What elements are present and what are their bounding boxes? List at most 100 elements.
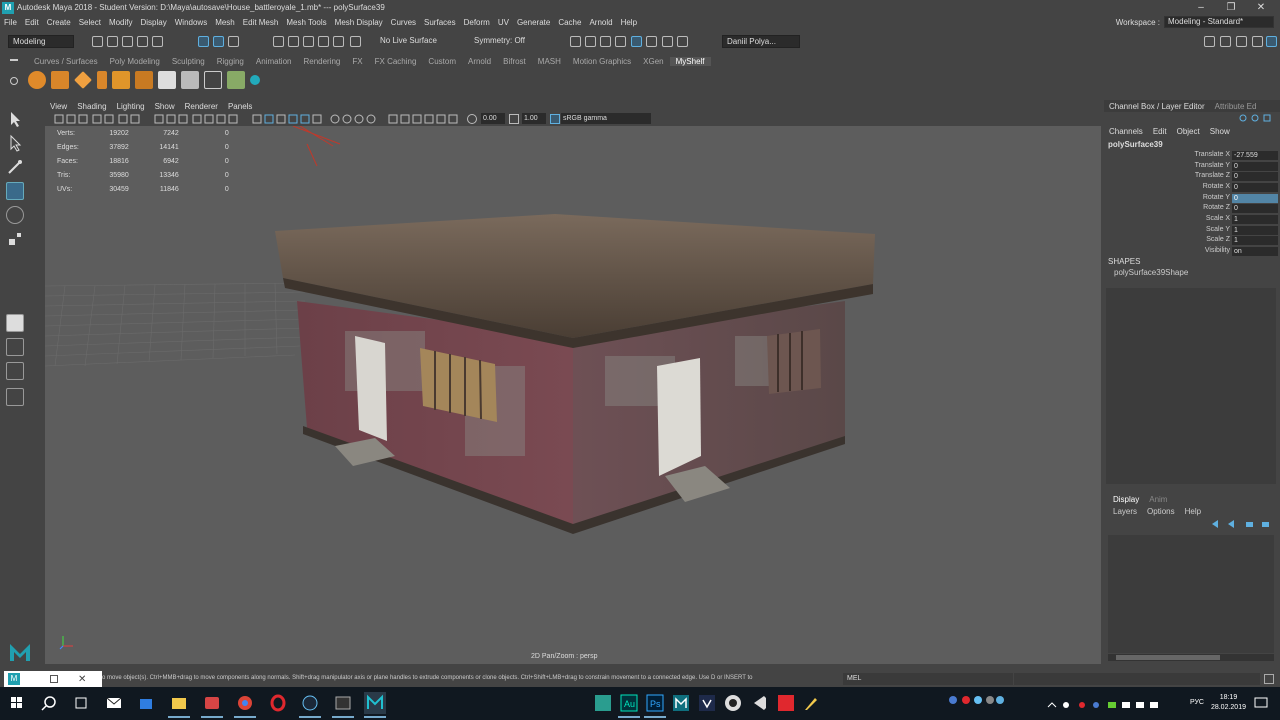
shelf-tab-animation[interactable]: Animation bbox=[250, 57, 298, 66]
hypershade-icon[interactable] bbox=[631, 36, 642, 47]
snap-to-point-icon[interactable] bbox=[303, 36, 314, 47]
outliner-icon[interactable] bbox=[1266, 36, 1277, 47]
tab-attribute-editor[interactable]: Attribute Ed bbox=[1210, 102, 1262, 111]
layer-menu-options[interactable]: Options bbox=[1142, 507, 1180, 516]
minimize-button[interactable]: – bbox=[1186, 0, 1216, 15]
cb-menu-show[interactable]: Show bbox=[1205, 127, 1235, 136]
attr-value[interactable]: 1 bbox=[1232, 236, 1278, 245]
layer-list[interactable] bbox=[1108, 535, 1274, 653]
shelf-menu-icon[interactable] bbox=[10, 59, 18, 61]
symmetry-dropdown[interactable]: Symmetry: Off bbox=[470, 35, 540, 48]
color-space-dropdown[interactable]: sRGB gamma bbox=[561, 113, 651, 124]
exposure-field[interactable]: 0.00 bbox=[481, 113, 505, 124]
close-icon[interactable]: ✕ bbox=[78, 674, 86, 685]
visual-studio-icon[interactable] bbox=[696, 692, 718, 714]
scale-tool-icon[interactable] bbox=[6, 230, 24, 248]
ipr-render-icon[interactable] bbox=[600, 36, 611, 47]
attr-translate-x[interactable]: Translate X -27.559 bbox=[1108, 151, 1278, 161]
viewport-menu-renderer[interactable]: Renderer bbox=[180, 102, 223, 111]
attr-value[interactable]: -27.559 bbox=[1232, 151, 1278, 160]
menu-select[interactable]: Select bbox=[75, 18, 105, 27]
user-account-dropdown[interactable]: Daniil Polya... bbox=[722, 35, 800, 48]
center-pivot-icon[interactable] bbox=[158, 71, 176, 89]
attribute-editor-icon[interactable] bbox=[1220, 36, 1231, 47]
steam-icon[interactable] bbox=[299, 692, 321, 718]
photoshop-icon[interactable]: Ps bbox=[644, 692, 666, 718]
maya-icon-2[interactable] bbox=[670, 692, 692, 714]
close-button[interactable]: ✕ bbox=[1246, 0, 1276, 15]
obs-icon[interactable] bbox=[722, 692, 744, 714]
menu-file[interactable]: File bbox=[0, 18, 21, 27]
menu-edit-mesh[interactable]: Edit Mesh bbox=[239, 18, 283, 27]
color-management-icon[interactable] bbox=[550, 114, 560, 124]
snap-to-curve-icon[interactable] bbox=[288, 36, 299, 47]
poly-cube-icon[interactable] bbox=[51, 71, 69, 89]
viewport-menu-show[interactable]: Show bbox=[150, 102, 180, 111]
taskbar-clock[interactable]: 18:19 28.02.2019 bbox=[1211, 693, 1246, 713]
undo-icon[interactable] bbox=[137, 36, 148, 47]
grid-icon[interactable] bbox=[204, 71, 222, 89]
task-view-icon[interactable] bbox=[70, 692, 92, 714]
combine-icon[interactable] bbox=[181, 71, 199, 89]
select-by-hierarchy-icon[interactable] bbox=[198, 36, 209, 47]
render-settings-icon[interactable] bbox=[615, 36, 626, 47]
attr-rotate-x[interactable]: Rotate X 0 bbox=[1108, 183, 1278, 193]
select-by-object-icon[interactable] bbox=[213, 36, 224, 47]
pencil-app-icon[interactable] bbox=[801, 692, 823, 714]
viewport-toolbar-icons[interactable] bbox=[53, 112, 473, 126]
minimized-window-strip[interactable]: M ✕ bbox=[4, 671, 102, 687]
shelf-tab-myshelf[interactable]: MyShelf bbox=[669, 56, 711, 66]
viewport-menu-panels[interactable]: Panels bbox=[223, 102, 257, 111]
cb-menu-channels[interactable]: Channels bbox=[1104, 127, 1148, 136]
shelf-tab-mash[interactable]: MASH bbox=[532, 57, 567, 66]
menu-create[interactable]: Create bbox=[43, 18, 75, 27]
substance-icon[interactable] bbox=[592, 692, 614, 714]
exposure-icon[interactable] bbox=[467, 114, 477, 124]
channel-box-icon[interactable] bbox=[1252, 36, 1263, 47]
two-view-layout-icon[interactable] bbox=[6, 362, 24, 380]
shelf-tab-sculpting[interactable]: Sculpting bbox=[166, 57, 211, 66]
attr-translate-z[interactable]: Translate Z 0 bbox=[1108, 172, 1278, 182]
menu-mesh-display[interactable]: Mesh Display bbox=[331, 18, 387, 27]
selected-object-name[interactable]: polySurface39 bbox=[1108, 140, 1163, 149]
gamma-field[interactable]: 1.00 bbox=[522, 113, 546, 124]
menu-deform[interactable]: Deform bbox=[460, 18, 494, 27]
four-view-layout-icon[interactable] bbox=[6, 338, 24, 356]
shelf-tab-bifrost[interactable]: Bifrost bbox=[497, 57, 532, 66]
shelf-tab-arnold[interactable]: Arnold bbox=[462, 57, 497, 66]
live-surface-field[interactable]: No Live Surface bbox=[376, 35, 456, 48]
arnold-ipr-icon[interactable] bbox=[662, 36, 673, 47]
viewport-menu-view[interactable]: View bbox=[45, 102, 72, 111]
audition-icon[interactable]: Au bbox=[618, 692, 640, 718]
search-icon[interactable] bbox=[38, 692, 60, 714]
photo-app-icon[interactable] bbox=[201, 692, 223, 718]
menu-mesh[interactable]: Mesh bbox=[211, 18, 239, 27]
menu-cache[interactable]: Cache bbox=[554, 18, 585, 27]
rotate-tool-icon[interactable] bbox=[6, 206, 24, 224]
render-current-frame-icon[interactable] bbox=[585, 36, 596, 47]
shelf-tab-custom[interactable]: Custom bbox=[422, 57, 462, 66]
tool-settings-icon[interactable] bbox=[1236, 36, 1247, 47]
script-language-toggle[interactable]: MEL bbox=[843, 673, 1013, 685]
menu-edit[interactable]: Edit bbox=[21, 18, 43, 27]
snap-to-view-plane-icon[interactable] bbox=[318, 36, 329, 47]
move-tool-icon[interactable] bbox=[6, 182, 24, 200]
menu-windows[interactable]: Windows bbox=[171, 18, 211, 27]
history-icon[interactable] bbox=[350, 36, 361, 47]
lasso-tool-icon[interactable] bbox=[6, 134, 24, 152]
single-view-layout-icon[interactable] bbox=[6, 314, 24, 332]
menu-surfaces[interactable]: Surfaces bbox=[420, 18, 460, 27]
mail-icon[interactable] bbox=[103, 692, 125, 714]
gamma-icon[interactable] bbox=[509, 114, 519, 124]
shelf-tab-rigging[interactable]: Rigging bbox=[211, 57, 250, 66]
extrude-icon[interactable] bbox=[112, 71, 130, 89]
redo-icon[interactable] bbox=[152, 36, 163, 47]
attr-value[interactable]: on bbox=[1232, 247, 1278, 256]
attr-value[interactable]: 0 bbox=[1232, 194, 1278, 203]
menu-generate[interactable]: Generate bbox=[513, 18, 554, 27]
save-scene-icon[interactable] bbox=[122, 36, 133, 47]
notification-center-icon[interactable] bbox=[1254, 697, 1268, 709]
vscode-icon[interactable] bbox=[749, 692, 771, 714]
snap-to-grid-icon[interactable] bbox=[273, 36, 284, 47]
attr-value[interactable]: 0 bbox=[1232, 183, 1278, 192]
